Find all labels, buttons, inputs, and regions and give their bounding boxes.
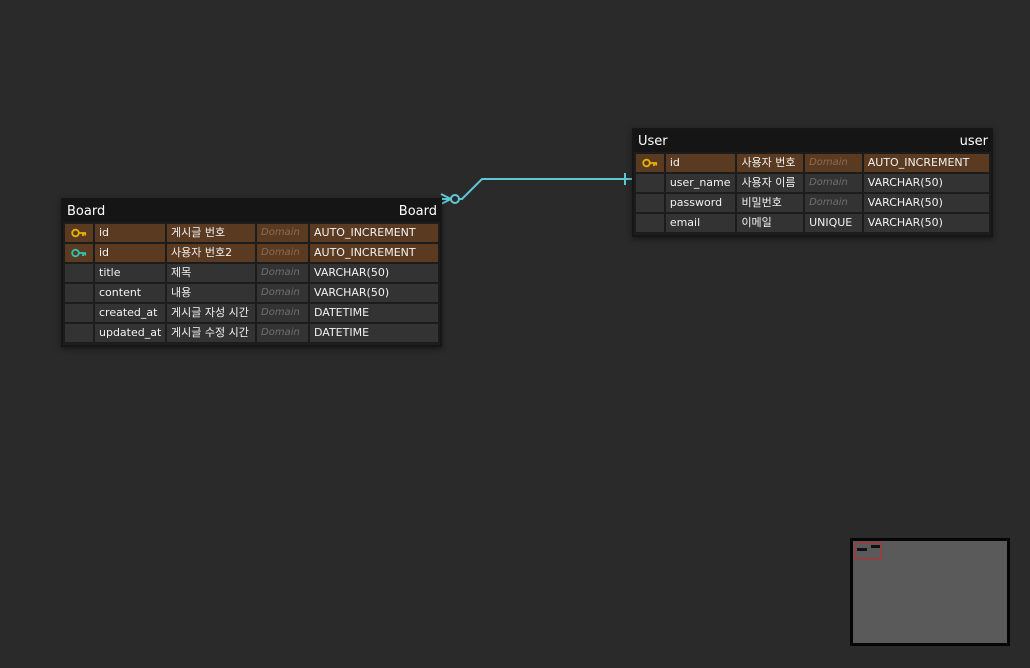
key-cell bbox=[636, 194, 664, 212]
column-name[interactable]: id bbox=[95, 224, 165, 242]
table-logical-name: User bbox=[638, 133, 668, 149]
column-name[interactable]: password bbox=[665, 194, 736, 212]
column-type[interactable]: AUTO_INCREMENT bbox=[863, 154, 989, 172]
column-type[interactable]: DATETIME bbox=[310, 324, 438, 342]
table-header[interactable]: Board Board bbox=[63, 200, 440, 222]
table-row[interactable]: title 제목 Domain VARCHAR(50) bbox=[65, 264, 438, 282]
key-cell bbox=[636, 174, 664, 192]
column-name[interactable]: created_at bbox=[95, 304, 165, 322]
key-cell bbox=[65, 284, 93, 302]
table-row[interactable]: user_name 사용자 이름 Domain VARCHAR(50) bbox=[636, 174, 989, 192]
table-header[interactable]: User user bbox=[634, 130, 991, 152]
column-type[interactable]: VARCHAR(50) bbox=[863, 174, 989, 192]
key-cell bbox=[65, 264, 93, 282]
column-name[interactable]: user_name bbox=[665, 174, 736, 192]
column-type[interactable]: VARCHAR(50) bbox=[863, 194, 989, 212]
column-comment[interactable]: 제목 bbox=[167, 264, 255, 282]
key-cell bbox=[636, 154, 664, 172]
column-name[interactable]: updated_at bbox=[95, 324, 165, 342]
foreign-key-icon bbox=[71, 248, 87, 258]
table-row[interactable]: password 비밀번호 Domain VARCHAR(50) bbox=[636, 194, 989, 212]
column-type[interactable]: DATETIME bbox=[310, 304, 438, 322]
column-name[interactable]: content bbox=[95, 284, 165, 302]
column-domain[interactable]: Domain bbox=[257, 324, 308, 342]
column-domain[interactable]: Domain bbox=[257, 224, 308, 242]
table-row[interactable]: email 이메일 UNIQUE VARCHAR(50) bbox=[636, 214, 989, 232]
table-row[interactable]: id 게시글 번호 Domain AUTO_INCREMENT bbox=[65, 224, 438, 242]
table-row[interactable]: id 사용자 번호2 Domain AUTO_INCREMENT bbox=[65, 244, 438, 262]
key-cell bbox=[65, 304, 93, 322]
column-type[interactable]: AUTO_INCREMENT bbox=[310, 224, 438, 242]
column-comment[interactable]: 사용자 번호 bbox=[737, 154, 804, 172]
minimap-viewport[interactable] bbox=[855, 543, 882, 560]
table-physical-name: Board bbox=[398, 203, 437, 219]
table-physical-name: user bbox=[959, 133, 988, 149]
table-logical-name: Board bbox=[67, 203, 106, 219]
column-name[interactable]: id bbox=[95, 244, 165, 262]
column-comment[interactable]: 이메일 bbox=[737, 214, 804, 232]
column-domain[interactable]: Domain bbox=[257, 284, 308, 302]
column-domain[interactable]: UNIQUE bbox=[805, 214, 862, 232]
column-comment[interactable]: 사용자 이름 bbox=[737, 174, 804, 192]
column-name[interactable]: title bbox=[95, 264, 165, 282]
table-board[interactable]: Board Board id 게시글 번호 Domain AUTO_INCREMENT… bbox=[61, 198, 442, 347]
table-row[interactable]: id 사용자 번호 Domain AUTO_INCREMENT bbox=[636, 154, 989, 172]
column-domain[interactable]: Domain bbox=[805, 154, 862, 172]
column-domain[interactable]: Domain bbox=[805, 174, 862, 192]
column-domain[interactable]: Domain bbox=[805, 194, 862, 212]
primary-key-icon bbox=[71, 228, 87, 238]
key-cell bbox=[65, 324, 93, 342]
column-comment[interactable]: 게시글 번호 bbox=[167, 224, 255, 242]
column-name[interactable]: email bbox=[665, 214, 736, 232]
column-domain[interactable]: Domain bbox=[257, 244, 308, 262]
column-comment[interactable]: 비밀번호 bbox=[737, 194, 804, 212]
column-domain[interactable]: Domain bbox=[257, 304, 308, 322]
table-row[interactable]: created_at 게시글 자성 시간 Domain DATETIME bbox=[65, 304, 438, 322]
column-domain[interactable]: Domain bbox=[257, 264, 308, 282]
column-type[interactable]: VARCHAR(50) bbox=[863, 214, 989, 232]
primary-key-icon bbox=[642, 158, 658, 168]
column-list: id 게시글 번호 Domain AUTO_INCREMENT id 사용자 번호2 Dom… bbox=[63, 222, 440, 345]
column-comment[interactable]: 사용자 번호2 bbox=[167, 244, 255, 262]
column-type[interactable]: VARCHAR(50) bbox=[310, 284, 438, 302]
table-row[interactable]: content 내용 Domain VARCHAR(50) bbox=[65, 284, 438, 302]
column-type[interactable]: VARCHAR(50) bbox=[310, 264, 438, 282]
column-name[interactable]: id bbox=[665, 154, 736, 172]
column-comment[interactable]: 게시글 자성 시간 bbox=[167, 304, 255, 322]
column-comment[interactable]: 게시글 수정 시간 bbox=[167, 324, 255, 342]
table-row[interactable]: updated_at 게시글 수정 시간 Domain DATETIME bbox=[65, 324, 438, 342]
key-cell bbox=[65, 244, 93, 262]
key-cell bbox=[65, 224, 93, 242]
minimap[interactable] bbox=[850, 538, 1010, 646]
column-comment[interactable]: 내용 bbox=[167, 284, 255, 302]
column-type[interactable]: AUTO_INCREMENT bbox=[310, 244, 438, 262]
column-list: id 사용자 번호 Domain AUTO_INCREMENT user_name 사용자… bbox=[634, 152, 991, 235]
table-user[interactable]: User user id 사용자 번호 Domain AUTO_INCREMENT us… bbox=[632, 128, 993, 237]
key-cell bbox=[636, 214, 664, 232]
